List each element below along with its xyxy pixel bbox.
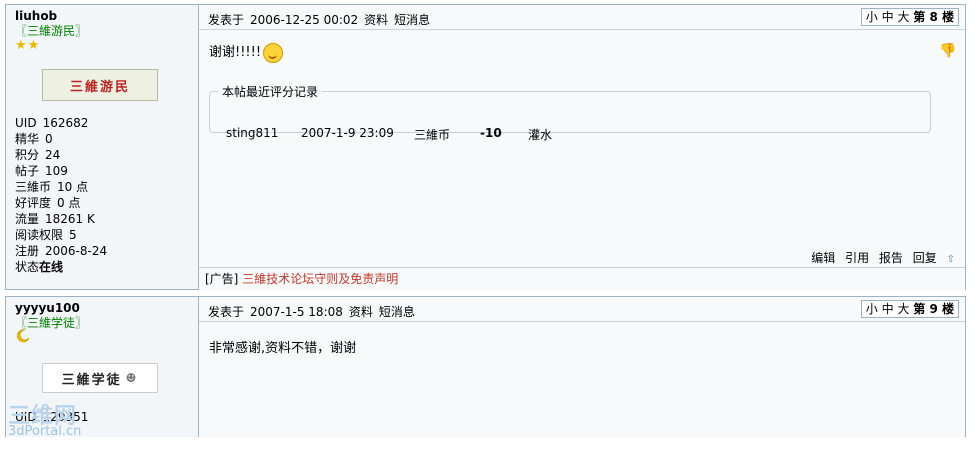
rating-user[interactable]: sting811 bbox=[226, 126, 278, 140]
stat-reputation: 好评度 0 点 bbox=[15, 196, 81, 210]
posted-time: 2006-12-25 00:02 bbox=[250, 13, 359, 27]
smiley-icon bbox=[263, 42, 284, 63]
floor-number: 第 8 楼 bbox=[913, 10, 954, 24]
author-name-link[interactable]: liuhob bbox=[15, 9, 57, 23]
rating-record: 本帖最近评分记录 sting811 2007-1-9 23:09 三維币 -10… bbox=[209, 83, 931, 142]
ad-link[interactable]: 三維技术论坛守则及免责声明 bbox=[242, 272, 398, 286]
rating-time: 2007-1-9 23:09 bbox=[301, 126, 394, 140]
user-stats: UID 162682 精华 0 积分 24 帖子 109 三維币 10 点 好评度 0 点 … bbox=[15, 115, 107, 275]
floor-box: 小 中 大 第 9 楼 bbox=[860, 300, 959, 318]
posted-prefix: 发表于 bbox=[208, 305, 245, 319]
rank-badge: 三維游民 bbox=[42, 69, 158, 101]
stat-digest: 精华 0 bbox=[15, 132, 53, 146]
stat-points: 积分 24 bbox=[15, 148, 61, 162]
post-text: 非常感谢,资料不错，谢谢 bbox=[209, 341, 357, 356]
font-large-link[interactable]: 大 bbox=[897, 10, 909, 24]
post-content: 谢谢!!!!! bbox=[209, 41, 284, 63]
stat-registered: 注册 2006-8-24 bbox=[15, 244, 108, 258]
profile-link[interactable]: 资料 bbox=[349, 305, 373, 319]
edit-link[interactable]: 编辑 bbox=[811, 251, 835, 265]
post-8: liuhob 〖三維游民〗 ★★ 三維游民 UID 162682 精华 0 积分 24… bbox=[5, 4, 966, 290]
author-sidebar: liuhob 〖三維游民〗 ★★ 三維游民 UID 162682 精华 0 积分 24… bbox=[6, 5, 199, 289]
font-medium-link[interactable]: 中 bbox=[882, 10, 894, 24]
ad-bar: [广告] 三維技术论坛守则及免责声明 bbox=[199, 267, 965, 290]
user-group: 〖三維游民〗 bbox=[15, 24, 88, 38]
post-header: 发表于 2007-1-5 18:08 资料 短消息 小 中 大 第 9 楼 bbox=[199, 297, 965, 322]
post-actions: 编辑 引用 报告 回复 ⇧ bbox=[805, 249, 955, 266]
rank-badge: 三維学徒 ☻ bbox=[42, 363, 158, 393]
author-name-link[interactable]: yyyyu100 bbox=[15, 301, 80, 315]
post-main: 发表于 2007-1-5 18:08 资料 短消息 小 中 大 第 9 楼 非常感谢,… bbox=[199, 297, 965, 437]
thumbs-down-icon[interactable]: 👎 bbox=[939, 43, 956, 59]
posted-prefix: 发表于 bbox=[208, 13, 245, 27]
stat-posts: 帖子 109 bbox=[15, 164, 68, 178]
rating-legend: 本帖最近评分记录 bbox=[222, 85, 319, 99]
stat-coins: 三維币 10 点 bbox=[15, 180, 89, 194]
alien-icon: ☻ bbox=[125, 371, 139, 385]
post-main: 发表于 2006-12-25 00:02 资料 短消息 小 中 大 第 8 楼 谢谢!… bbox=[199, 5, 965, 290]
stat-uid: UID 162682 bbox=[15, 116, 89, 130]
floor-box: 小 中 大 第 8 楼 bbox=[860, 8, 959, 26]
post-content: 非常感谢,资料不错，谢谢 bbox=[209, 337, 356, 356]
rating-reason: 灌水 bbox=[528, 128, 553, 142]
reply-link[interactable]: 回复 bbox=[913, 251, 937, 265]
post-9: yyyyu100 〖三維学徒〗 三維学徒 ☻ UID 129351 发表于 2007… bbox=[5, 296, 966, 437]
stat-read-permission: 阅读权限 5 bbox=[15, 228, 77, 242]
post-text: 谢谢!!!!! bbox=[209, 45, 262, 60]
font-small-link[interactable]: 小 bbox=[866, 302, 878, 316]
rank-badge-text: 三維学徒 bbox=[61, 372, 122, 388]
post-header: 发表于 2006-12-25 00:02 资料 短消息 小 中 大 第 8 楼 bbox=[199, 5, 965, 30]
stat-status: 状态在线 bbox=[15, 260, 64, 274]
rating-amount: -10 bbox=[480, 126, 502, 140]
font-medium-link[interactable]: 中 bbox=[882, 302, 894, 316]
ad-prefix: [广告] bbox=[205, 272, 239, 286]
rank-badge-text: 三維游民 bbox=[69, 79, 130, 95]
rating-currency: 三維币 bbox=[414, 128, 451, 142]
quote-link[interactable]: 引用 bbox=[845, 251, 869, 265]
profile-link[interactable]: 资料 bbox=[364, 13, 388, 27]
posted-time: 2007-1-5 18:08 bbox=[250, 305, 343, 319]
pm-link[interactable]: 短消息 bbox=[394, 13, 430, 27]
font-large-link[interactable]: 大 bbox=[897, 302, 909, 316]
report-link[interactable]: 报告 bbox=[879, 251, 903, 265]
font-small-link[interactable]: 小 bbox=[866, 10, 878, 24]
back-to-top-icon[interactable]: ⇧ bbox=[947, 254, 955, 265]
rank-stars-icon: ★★ bbox=[15, 38, 41, 53]
stat-traffic: 流量 18261 K bbox=[15, 212, 95, 226]
moon-rank-icon bbox=[17, 329, 30, 343]
watermark-url: 3dPortal.cn bbox=[8, 424, 82, 439]
pm-link[interactable]: 短消息 bbox=[379, 305, 415, 319]
floor-number: 第 9 楼 bbox=[913, 302, 954, 316]
